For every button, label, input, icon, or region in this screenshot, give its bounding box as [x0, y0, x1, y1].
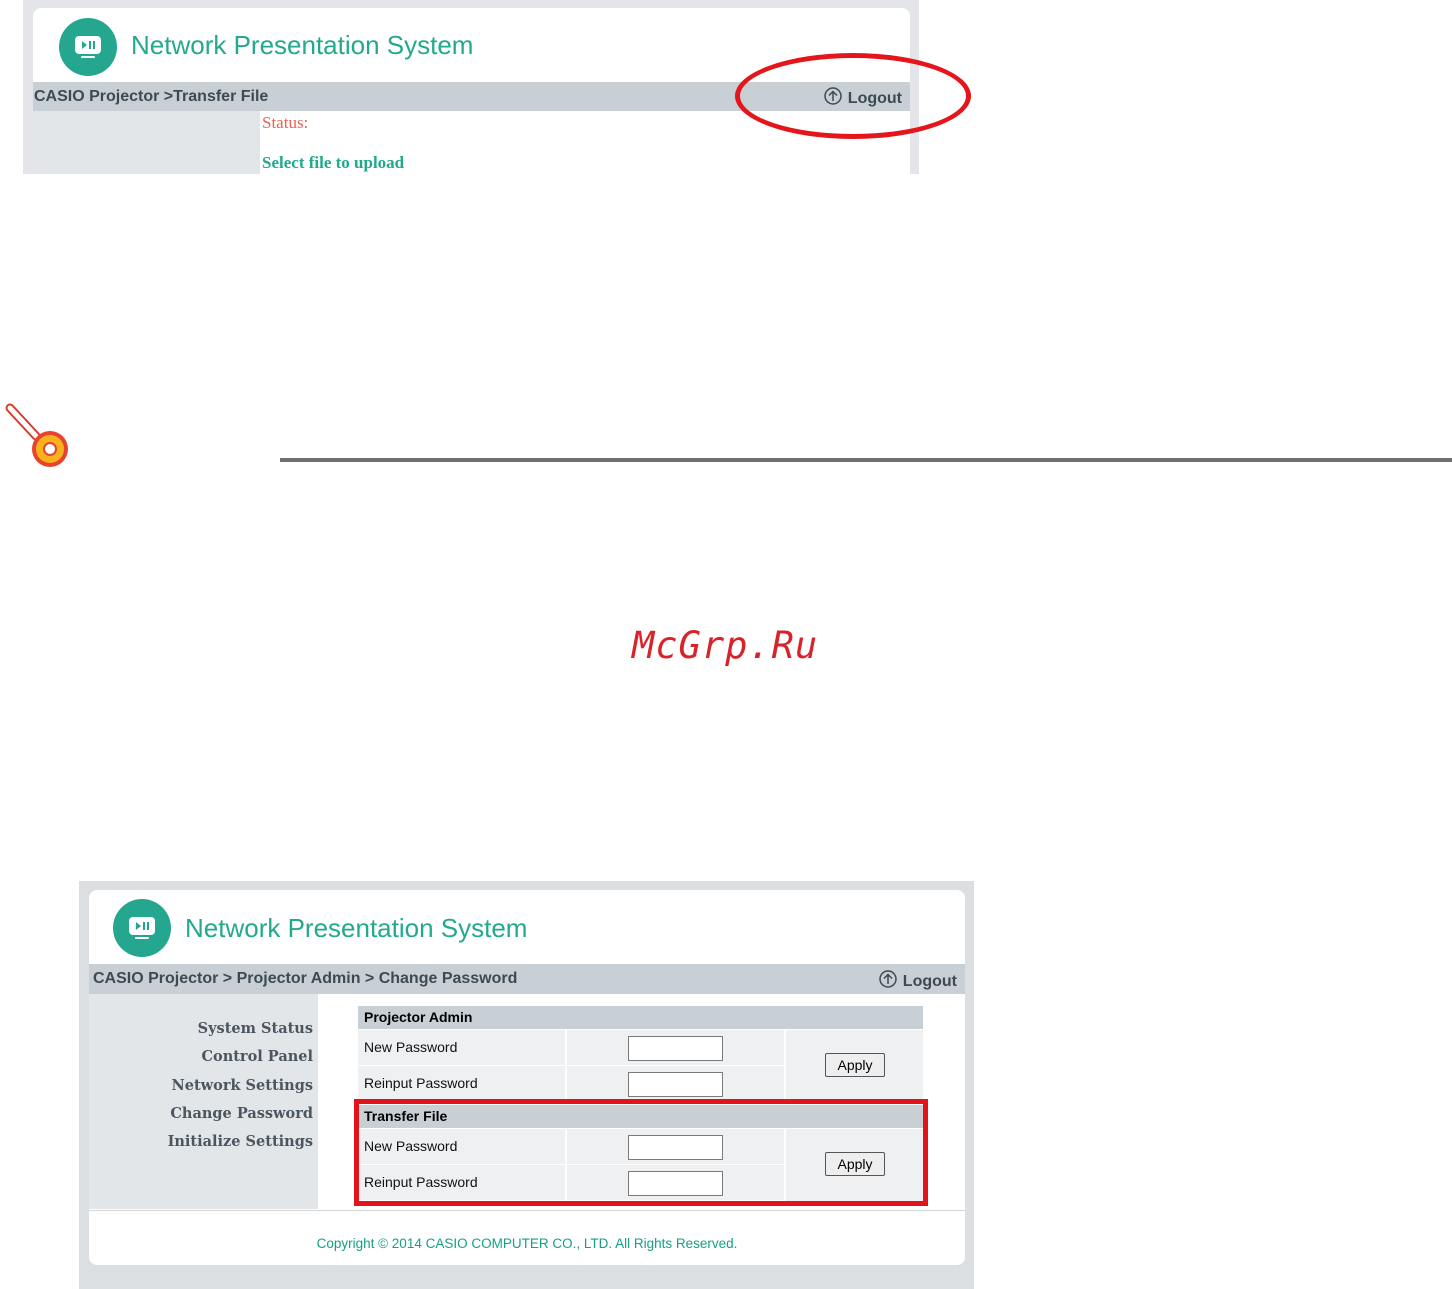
watermark: McGrp.Ru: [632, 624, 819, 667]
logout-label: Logout: [902, 972, 957, 990]
reinput-password-row: Reinput Password: [358, 1066, 784, 1101]
admin-new-password-input[interactable]: [628, 1036, 723, 1061]
new-password-label: New Password: [358, 1030, 565, 1065]
new-password-row: New Password: [358, 1030, 784, 1065]
left-nav-panel: System Status Control Panel Network Sett…: [89, 994, 318, 1209]
nav-list: System Status Control Panel Network Sett…: [168, 1018, 313, 1159]
projector-logo-icon: [59, 18, 117, 76]
nav-item-change-password[interactable]: Change Password: [168, 1103, 313, 1131]
change-password-page: Network Presentation System CASIO Projec…: [89, 890, 965, 1265]
admin-reinput-password-input[interactable]: [628, 1072, 723, 1097]
logout-callout-oval: [735, 53, 971, 139]
footer-divider: [89, 1210, 965, 1211]
nav-item-network-settings[interactable]: Network Settings: [168, 1075, 313, 1103]
select-file-label: Select file to upload: [262, 153, 405, 172]
nav-item-system-status[interactable]: System Status: [168, 1018, 313, 1046]
breadcrumb: CASIO Projector > Projector Admin > Chan…: [93, 970, 518, 987]
section-divider: [280, 458, 1452, 462]
field-cell: [567, 1066, 784, 1101]
section-body: New Password Reinput Password Apply: [358, 1029, 923, 1102]
arrow-up-circle-icon: [879, 970, 897, 993]
breadcrumb-bar: CASIO Projector > Projector Admin > Chan…: [89, 964, 965, 994]
admin-apply-button[interactable]: Apply: [825, 1053, 885, 1077]
left-nav-panel: [33, 111, 260, 174]
projector-logo-icon: [113, 899, 171, 957]
field-cell: [567, 1030, 784, 1065]
change-password-screenshot: Network Presentation System CASIO Projec…: [79, 881, 974, 1289]
app-title: Network Presentation System: [131, 30, 474, 60]
logout-button[interactable]: Logout: [879, 970, 957, 993]
section-header: Projector Admin: [358, 1006, 923, 1029]
tip-pin-icon: [4, 402, 74, 475]
status-label: Status:: [262, 113, 309, 132]
breadcrumb: CASIO Projector >Transfer File: [34, 88, 269, 105]
reinput-password-label: Reinput Password: [358, 1066, 565, 1101]
transfer-file-highlight-box: [354, 1099, 928, 1206]
app-title: Network Presentation System: [185, 913, 528, 943]
apply-cell: Apply: [786, 1030, 923, 1102]
nav-item-initialize-settings[interactable]: Initialize Settings: [168, 1131, 313, 1159]
projector-admin-section: Projector Admin New Password Reinput Pas…: [358, 1006, 923, 1102]
copyright: Copyright © 2014 CASIO COMPUTER CO., LTD…: [316, 1236, 738, 1251]
nav-item-control-panel[interactable]: Control Panel: [168, 1046, 313, 1074]
